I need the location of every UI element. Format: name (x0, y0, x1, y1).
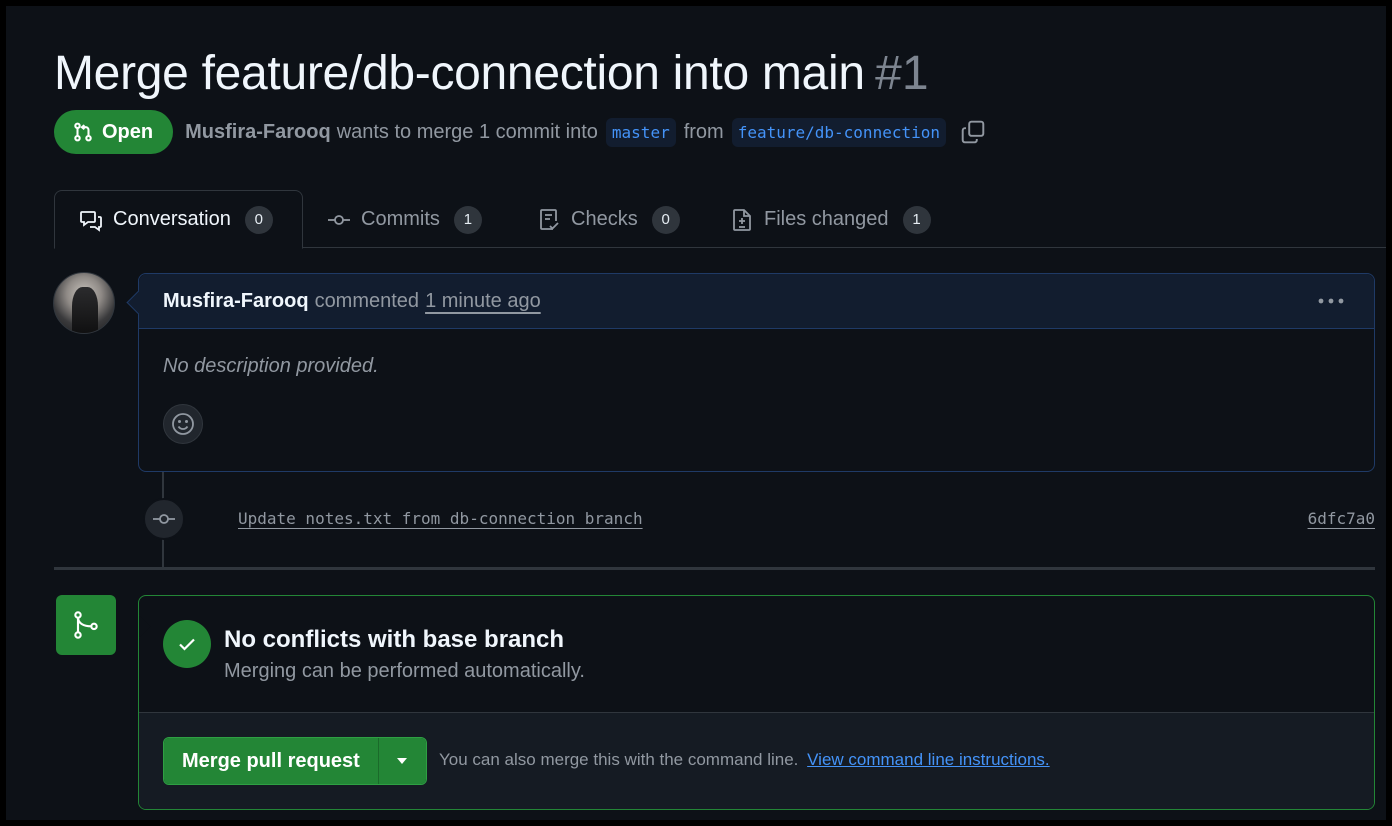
timeline-divider (54, 567, 1375, 570)
tab-label: Commits (361, 208, 440, 230)
triangle-down-icon (397, 758, 408, 764)
tab-counter: 1 (902, 205, 931, 234)
merge-description: wants to merge 1 commit into (336, 120, 598, 143)
status-badge: Open (54, 110, 174, 154)
comment-body: No description provided. (139, 329, 1374, 470)
comment-timestamp[interactable]: 1 minute ago (425, 290, 541, 313)
merge-options-dropdown[interactable] (377, 738, 426, 784)
merge-button-group: Merge pull request (163, 737, 427, 785)
base-branch[interactable]: master (605, 117, 676, 147)
command-line-instructions-link[interactable]: View command line instructions. (807, 750, 1050, 769)
copy-icon[interactable] (960, 119, 986, 145)
file-diff-icon (733, 208, 751, 231)
tab-counter: 1 (453, 205, 482, 234)
comment-discussion-icon (80, 210, 102, 232)
merge-icon-box (56, 595, 116, 655)
check-circle (163, 620, 211, 668)
comment-header: Musfira-Farooq commented 1 minute ago (139, 274, 1374, 329)
comment-text: No description provided. (163, 355, 379, 377)
checklist-icon (540, 208, 559, 230)
smiley-icon (172, 413, 194, 435)
git-merge-icon (74, 611, 98, 639)
comment-action: commented (314, 289, 420, 312)
command-line-hint: You can also merge this with the command… (439, 750, 1050, 770)
status-label: Open (102, 120, 154, 143)
pr-meta: Open Musfira-Farooq wants to merge 1 com… (54, 110, 986, 154)
merge-status-title: No conflicts with base branch (224, 626, 565, 653)
check-icon (179, 638, 195, 651)
pull-request-page: Merge feature/db-connection into main #1… (6, 6, 1386, 820)
pr-author-link[interactable]: Musfira-Farooq (185, 121, 331, 144)
pr-number: #1 (875, 47, 929, 100)
tab-counter: 0 (651, 205, 680, 234)
head-branch[interactable]: feature/db-connection (731, 117, 946, 147)
tab-files-changed[interactable]: Files changed 1 (706, 190, 955, 249)
git-pull-request-icon (74, 122, 92, 142)
tab-conversation[interactable]: Conversation 0 (54, 190, 303, 249)
merge-pull-request-button[interactable]: Merge pull request (164, 738, 378, 784)
merge-actions: Merge pull request You can also merge th… (139, 713, 1374, 809)
merge-status: No conflicts with base branch Merging ca… (139, 596, 1374, 713)
pr-tabs: Conversation 0 Commits 1 Checks 0 Files … (54, 190, 1386, 249)
add-reaction-button[interactable] (163, 404, 203, 444)
commit-sha-link[interactable]: 6dfc7a0 (1308, 509, 1375, 528)
pr-title: Merge feature/db-connection into main (54, 47, 865, 100)
commit-node (143, 498, 185, 540)
tab-label: Conversation (113, 208, 231, 230)
from-text: from (683, 120, 724, 143)
avatar-figure (72, 287, 98, 333)
tab-label: Checks (571, 208, 638, 230)
tab-commits[interactable]: Commits 1 (303, 190, 506, 249)
commit-message-link[interactable]: Update notes.txt from db-connection bran… (238, 509, 643, 528)
tab-checks[interactable]: Checks 0 (513, 190, 704, 249)
git-commit-icon (153, 514, 175, 524)
command-line-text: You can also merge this with the command… (439, 750, 799, 769)
merge-box: No conflicts with base branch Merging ca… (138, 595, 1375, 810)
comment-author[interactable]: Musfira-Farooq (163, 290, 309, 313)
avatar[interactable] (53, 272, 115, 334)
kebab-menu-icon[interactable] (1316, 288, 1346, 314)
merge-summary: Musfira-Farooq wants to merge 1 commit i… (185, 117, 986, 147)
git-commit-icon (328, 214, 350, 225)
comment-card: Musfira-Farooq commented 1 minute ago No… (138, 273, 1375, 472)
tab-label: Files changed (764, 208, 889, 230)
page-title: Merge feature/db-connection into main #1 (54, 46, 929, 101)
tab-counter: 0 (244, 205, 273, 234)
merge-status-subtitle: Merging can be performed automatically. (224, 660, 585, 682)
